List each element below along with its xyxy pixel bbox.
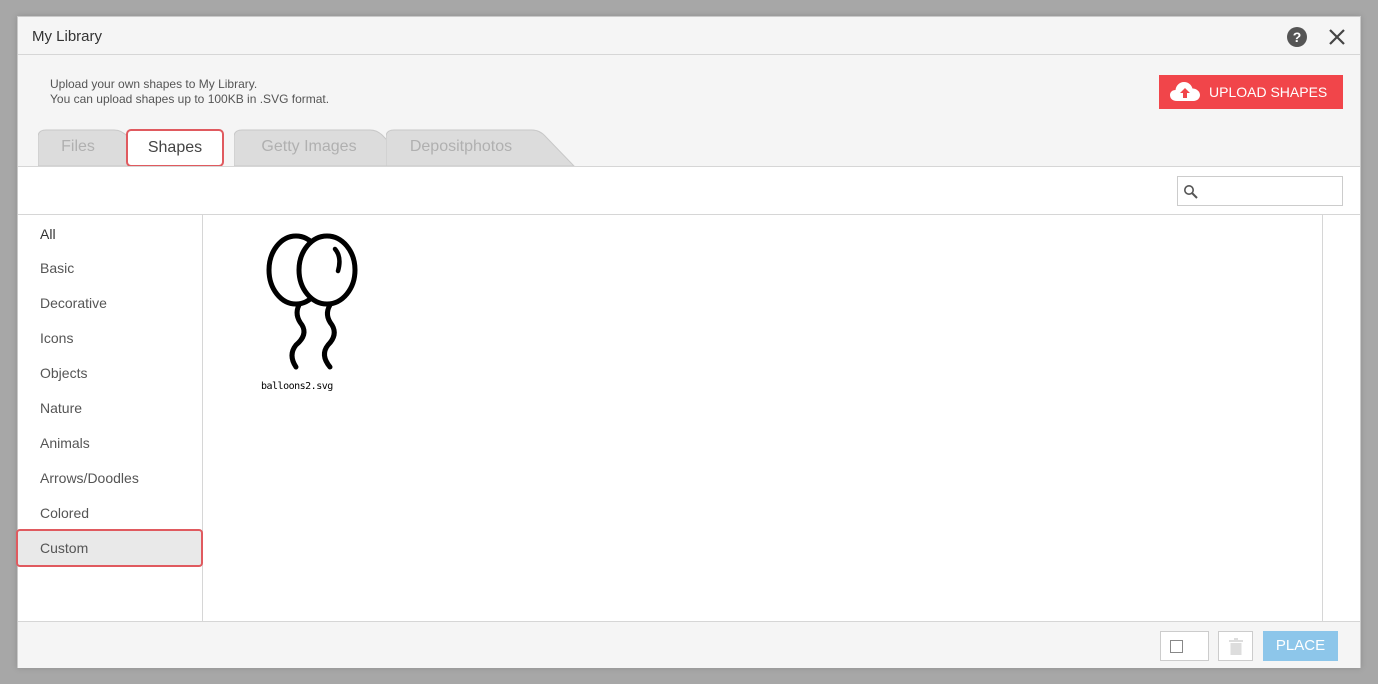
shape-file-name: balloons2.svg: [261, 381, 333, 392]
category-nature[interactable]: Nature: [18, 391, 203, 426]
search-input[interactable]: [1202, 179, 1342, 205]
category-arrows-doodles[interactable]: Arrows/Doodles: [18, 461, 203, 496]
dialog-titlebar: My Library ?: [18, 17, 1360, 55]
category-objects[interactable]: Objects: [18, 356, 203, 391]
library-tabs: Files Getty Images Depositphotos Shapes: [18, 129, 1360, 167]
category-decorative[interactable]: Decorative: [18, 286, 203, 321]
close-icon[interactable]: [1326, 26, 1348, 48]
shape-item[interactable]: balloons2.svg: [254, 233, 364, 403]
trash-icon: [1229, 638, 1243, 655]
tab-depositphotos[interactable]: Depositphotos: [386, 129, 576, 167]
balloons-icon: [266, 233, 358, 370]
my-library-dialog: My Library ? Upload your own shapes to M…: [16, 16, 1361, 668]
search-icon: [1184, 185, 1198, 199]
checkbox-box: [1170, 640, 1183, 653]
dialog-title: My Library: [32, 28, 103, 45]
tab-shapes[interactable]: Shapes: [126, 129, 224, 167]
category-basic[interactable]: Basic: [18, 251, 203, 286]
upload-shapes-label: UPLOAD SHAPES: [1209, 84, 1328, 100]
dialog-footer: PLACE: [18, 621, 1360, 668]
search-box: [1177, 176, 1343, 206]
help-icon[interactable]: ?: [1287, 27, 1307, 47]
category-all[interactable]: All: [18, 217, 203, 252]
upload-info-line2: You can upload shapes up to 100KB in .SV…: [50, 92, 330, 106]
upload-info: Upload your own shapes to My Library. Yo…: [50, 77, 329, 107]
delete-button[interactable]: [1218, 631, 1253, 661]
tab-getty-images-label: Getty Images: [261, 138, 357, 155]
search-bar: [18, 166, 1360, 215]
library-content: All Basic Decorative Icons Objects Natur…: [16, 215, 1360, 621]
tab-shapes-label: Shapes: [147, 139, 203, 156]
upload-info-line1: Upload your own shapes to My Library.: [50, 77, 258, 91]
category-colored[interactable]: Colored: [18, 496, 203, 531]
place-button[interactable]: PLACE: [1263, 631, 1338, 661]
shapes-grid: balloons2.svg: [204, 215, 1341, 621]
tab-files-label: Files: [61, 138, 95, 155]
cloud-upload-icon: [1170, 82, 1200, 101]
select-all-checkbox[interactable]: [1160, 631, 1209, 661]
upload-shapes-button[interactable]: UPLOAD SHAPES: [1159, 75, 1343, 109]
category-icons[interactable]: Icons: [18, 321, 203, 356]
scrollbar[interactable]: [1322, 215, 1341, 621]
category-animals[interactable]: Animals: [18, 426, 203, 461]
category-sidebar: All Basic Decorative Icons Objects Natur…: [16, 215, 203, 621]
category-custom[interactable]: Custom: [16, 529, 203, 567]
tab-depositphotos-label: Depositphotos: [409, 138, 513, 155]
